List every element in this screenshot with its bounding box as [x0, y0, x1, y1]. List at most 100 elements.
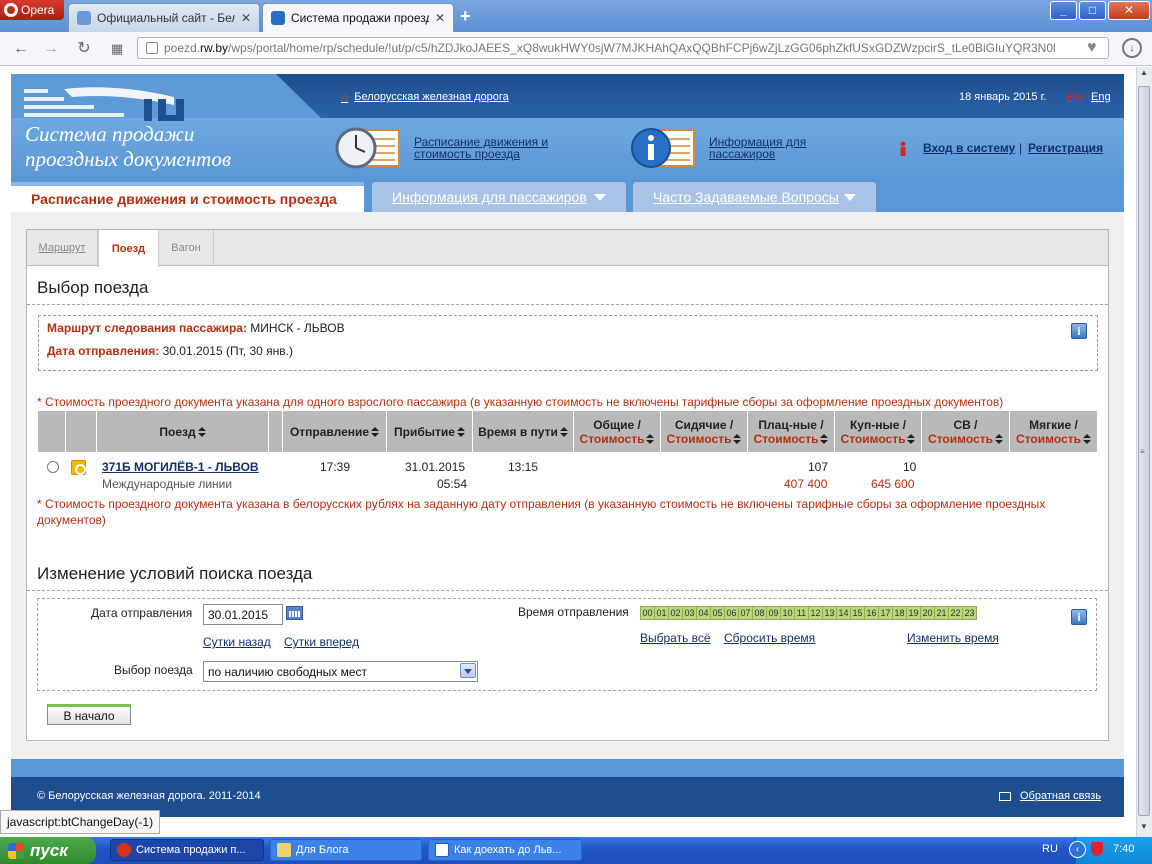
hour-cell[interactable]: 07 — [738, 606, 753, 620]
home-link[interactable]: ⌂ Белорусская железная дорога — [341, 90, 509, 104]
tab-passenger-info[interactable]: Информация для пассажиров — [372, 182, 626, 212]
info-icon[interactable]: i — [1071, 323, 1087, 339]
hour-cell[interactable]: 01 — [654, 606, 669, 620]
downloads-icon[interactable]: ↓ — [1122, 38, 1142, 58]
opera-menu-button[interactable]: Opera — [0, 0, 64, 20]
platskart-price: 407 400 — [784, 477, 828, 491]
hour-cell[interactable]: 09 — [766, 606, 781, 620]
address-bar[interactable]: poezd.rw.by/wps/portal/home/rp/schedule/… — [137, 37, 1109, 59]
hour-cell[interactable]: 18 — [892, 606, 907, 620]
hour-cell[interactable]: 05 — [710, 606, 725, 620]
hour-cell[interactable]: 16 — [864, 606, 879, 620]
next-day-link[interactable]: Сутки вперед — [284, 635, 359, 649]
hour-cell[interactable]: 10 — [780, 606, 795, 620]
train-link[interactable]: 371Б МОГИЛЁВ-1 - ЛЬВОВ — [102, 460, 259, 474]
hour-cell[interactable]: 06 — [724, 606, 739, 620]
hour-cell[interactable]: 15 — [850, 606, 865, 620]
hour-cell[interactable]: 21 — [934, 606, 949, 620]
hour-cell[interactable]: 03 — [682, 606, 697, 620]
tray-expand-icon[interactable]: ‹ — [1069, 841, 1086, 858]
taskbar-item-word[interactable]: Как доехать до Льв... — [428, 839, 582, 861]
new-tab-plus-icon[interactable]: + — [460, 6, 471, 27]
hour-cell[interactable]: 22 — [948, 606, 963, 620]
hour-cell[interactable]: 20 — [920, 606, 935, 620]
sort-icon — [820, 434, 829, 445]
header-separator: | — [1019, 141, 1023, 155]
col-seated[interactable]: Сидячие / Стоимость — [661, 411, 748, 452]
col-kupe[interactable]: Куп-ные / Стоимость — [835, 411, 922, 452]
mail-icon — [999, 792, 1011, 801]
scroll-down-icon[interactable]: ▼ — [1137, 822, 1151, 831]
col-sv[interactable]: СВ / Стоимость — [922, 411, 1010, 452]
step-tab-train[interactable]: Поезд — [98, 230, 159, 267]
speed-dial-grid-icon[interactable]: ▦ — [106, 38, 128, 60]
hour-cell[interactable]: 23 — [962, 606, 977, 620]
maximize-window-button[interactable]: □ — [1079, 1, 1106, 20]
schedule-link[interactable]: Расписание движения и стоимость проезда — [414, 136, 574, 160]
change-time-link[interactable]: Изменить время — [907, 631, 999, 645]
feedback-link[interactable]: Обратная связь — [1020, 790, 1101, 802]
antivirus-shield-icon[interactable] — [1091, 842, 1103, 856]
info-icon[interactable]: i — [1071, 609, 1087, 625]
train-choice-select[interactable]: по наличию свободных мест — [203, 661, 478, 682]
hour-cell[interactable]: 00 — [640, 606, 655, 620]
hour-cell[interactable]: 11 — [794, 606, 809, 620]
taskbar-item-opera[interactable]: Система продажи п... — [110, 839, 264, 861]
back-to-start-button[interactable]: В начало — [47, 704, 131, 725]
back-arrow-icon[interactable]: ← — [10, 38, 32, 60]
col-common[interactable]: Общие / Стоимость — [574, 411, 661, 452]
close-tab-icon[interactable]: ✕ — [241, 11, 251, 25]
chevron-down-icon[interactable] — [460, 663, 476, 678]
hour-cell[interactable]: 14 — [836, 606, 851, 620]
info-passengers-icon[interactable] — [630, 127, 696, 169]
col-duration[interactable]: Время в пути — [473, 411, 574, 452]
login-link[interactable]: Вход в систему — [923, 141, 1015, 155]
clock-schedule-icon[interactable] — [335, 127, 401, 169]
minimize-window-button[interactable]: _ — [1050, 1, 1077, 20]
browser-tab-ticket-system[interactable]: Система продажи проездн ✕ — [262, 3, 454, 32]
hour-cell[interactable]: 08 — [752, 606, 767, 620]
col-arrival[interactable]: Прибытие — [387, 411, 473, 452]
bookmark-heart-icon[interactable]: ♥ — [1087, 39, 1097, 57]
current-date: 18 январь 2015 г. — [959, 91, 1047, 103]
page-info-icon[interactable] — [146, 42, 158, 54]
forward-arrow-icon[interactable]: → — [40, 38, 62, 60]
lang-eng-link[interactable]: Eng — [1091, 91, 1111, 103]
train-select-radio[interactable] — [47, 461, 59, 473]
col-train[interactable]: Поезд — [97, 411, 269, 452]
departure-date-label: Дата отправления — [91, 606, 193, 620]
taskbar-item-folder[interactable]: Для Блога — [270, 839, 422, 861]
reload-icon[interactable]: ↻ — [73, 38, 95, 60]
departure-date-input[interactable] — [203, 604, 283, 625]
hour-cell[interactable]: 02 — [668, 606, 683, 620]
arrival-date: 31.01.2015 — [405, 460, 466, 474]
col-departure[interactable]: Отправление — [283, 411, 387, 452]
section-divider — [27, 590, 1108, 591]
hour-cell[interactable]: 04 — [696, 606, 711, 620]
close-window-button[interactable]: ✕ — [1108, 1, 1150, 20]
step-tab-route[interactable]: Маршрут — [27, 230, 98, 266]
opera-icon — [117, 843, 131, 857]
select-all-hours-link[interactable]: Выбрать всё — [640, 631, 711, 645]
hour-cell[interactable]: 13 — [822, 606, 837, 620]
scroll-up-icon[interactable]: ▲ — [1137, 68, 1151, 77]
col-soft[interactable]: Мягкие / Стоимость — [1010, 411, 1097, 452]
calendar-icon[interactable] — [286, 606, 303, 620]
passenger-info-link[interactable]: Информация для пассажиров — [709, 136, 849, 160]
close-tab-icon[interactable]: ✕ — [435, 11, 445, 25]
hour-cell[interactable]: 17 — [878, 606, 893, 620]
hour-cell[interactable]: 12 — [808, 606, 823, 620]
tab-faq[interactable]: Часто Задаваемые Вопросы — [633, 182, 876, 212]
tab-schedule[interactable]: Расписание движения и стоимость проезда — [11, 182, 364, 212]
start-button[interactable]: пуск — [0, 837, 96, 864]
browser-tab-official-site[interactable]: Официальный сайт - Белор ✕ — [68, 3, 260, 32]
register-link[interactable]: Регистрация — [1028, 141, 1103, 155]
reset-time-link[interactable]: Сбросить время — [724, 631, 815, 645]
train-choice-label: Выбор поезда — [114, 663, 193, 677]
previous-day-link[interactable]: Сутки назад — [203, 635, 271, 649]
arrival-time: 05:54 — [437, 477, 468, 491]
hour-cell[interactable]: 19 — [906, 606, 921, 620]
language-indicator[interactable]: RU — [1042, 843, 1058, 855]
col-platskart[interactable]: Плац-ные / Стоимость — [748, 411, 835, 452]
lang-rus-link[interactable]: Рус — [1067, 91, 1085, 103]
